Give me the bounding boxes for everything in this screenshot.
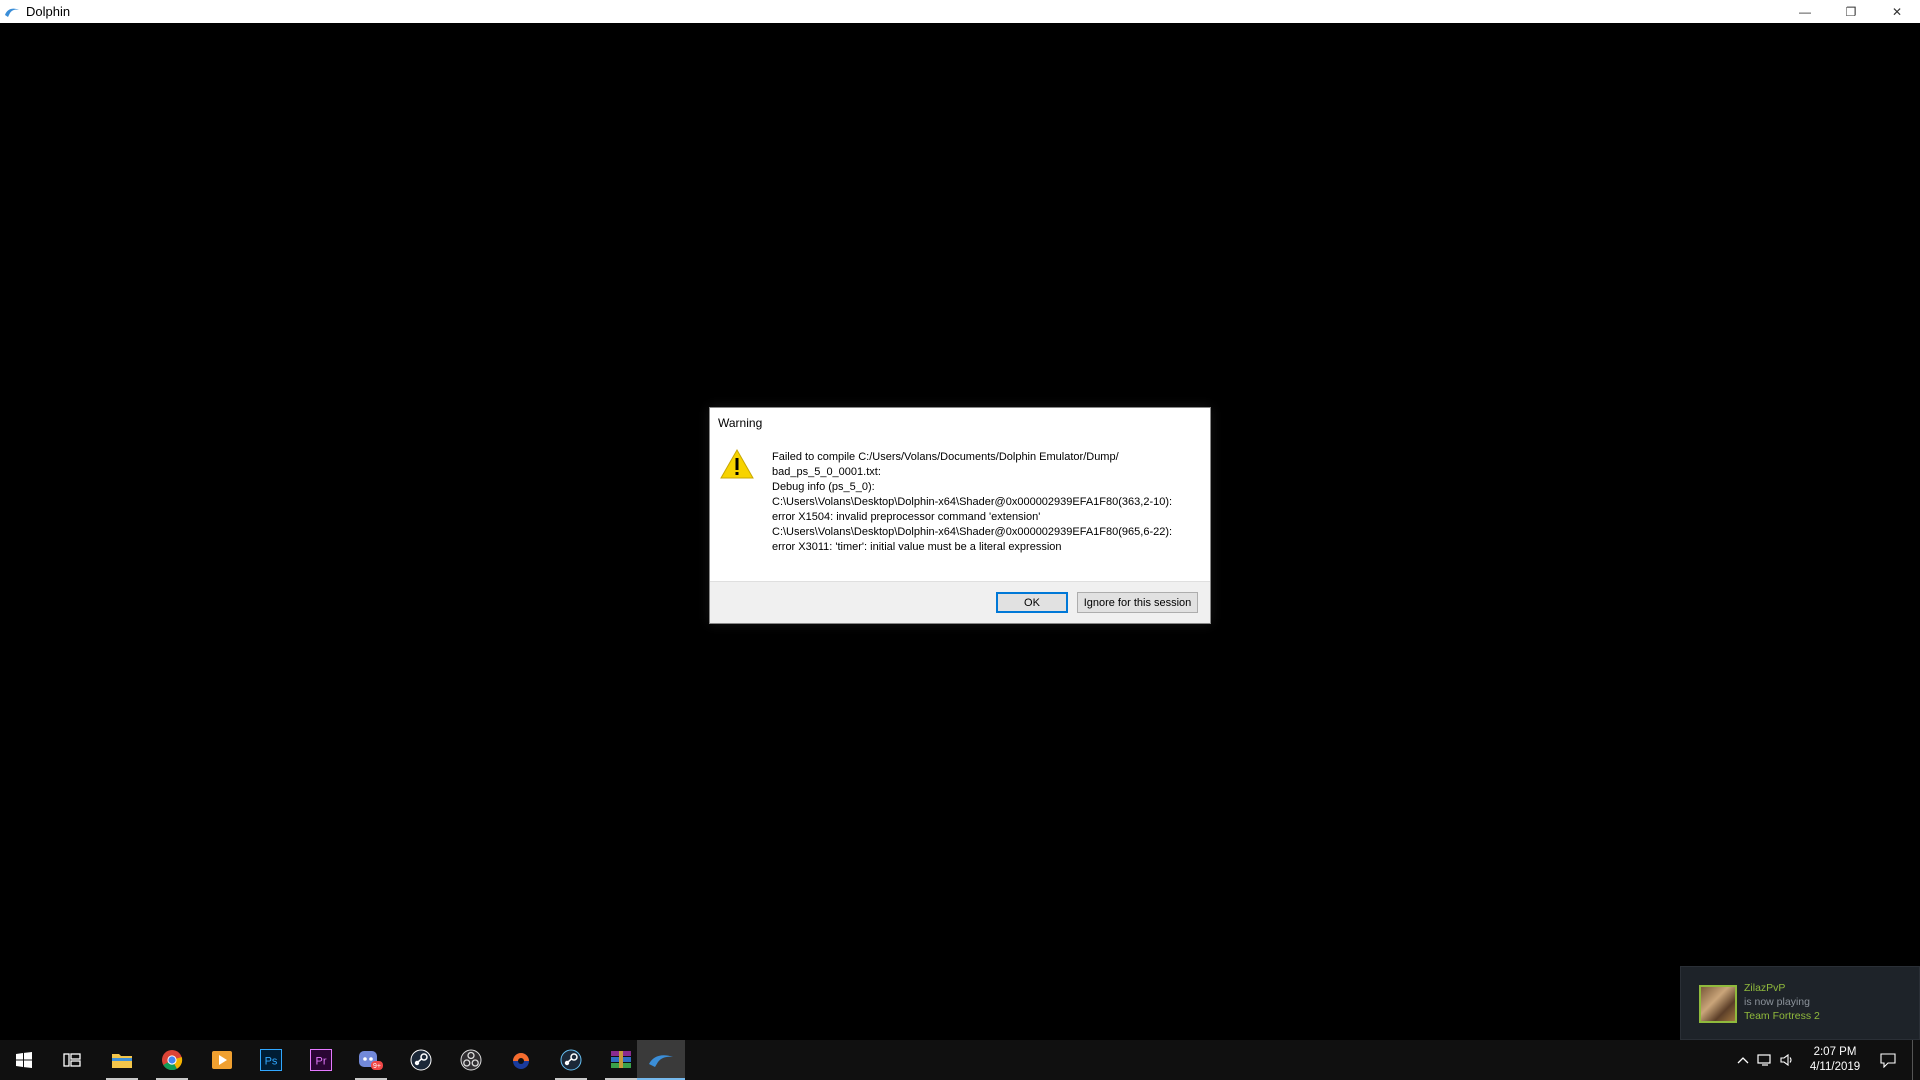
photoshop-icon[interactable]: Ps — [247, 1040, 295, 1080]
steam-icon[interactable] — [547, 1040, 595, 1080]
file-explorer-icon[interactable] — [98, 1040, 146, 1080]
task-view-icon[interactable] — [48, 1040, 96, 1080]
action-center-icon[interactable] — [1874, 1040, 1902, 1080]
photoshop-label: Ps — [265, 1056, 278, 1068]
warning-dialog: Warning Failed to compile C:/Users/Volan… — [709, 407, 1211, 624]
friend-name: ZilazPvP — [1744, 982, 1786, 994]
ignore-session-button[interactable]: Ignore for this session — [1077, 592, 1198, 613]
chrome-icon[interactable] — [148, 1040, 196, 1080]
message-line: error X3011: 'timer': initial value must… — [772, 541, 1062, 553]
ok-button[interactable]: OK — [996, 592, 1068, 613]
origin-icon[interactable] — [497, 1040, 545, 1080]
dolphin-app-icon — [4, 5, 22, 19]
windows-start-icon[interactable] — [0, 1040, 48, 1080]
premiere-label: Pr — [316, 1056, 327, 1068]
steam-notification[interactable]: ZilazPvP is now playing Team Fortress 2 — [1680, 966, 1920, 1040]
obs-icon[interactable] — [447, 1040, 495, 1080]
message-line: Failed to compile C:/Users/Volans/Docume… — [772, 451, 1119, 463]
show-desktop-button[interactable] — [1912, 1040, 1920, 1080]
dialog-message: Failed to compile C:/Users/Volans/Docume… — [772, 450, 1202, 555]
warning-icon — [720, 448, 754, 480]
media-player-icon[interactable] — [198, 1040, 246, 1080]
minimize-button[interactable]: — — [1782, 0, 1828, 23]
dialog-footer: OK Ignore for this session — [710, 581, 1210, 623]
taskbar: Ps Pr 9+ 2:07 PM 4/11/2019 — [0, 1040, 1920, 1080]
message-line: bad_ps_5_0_0001.txt: — [772, 466, 881, 478]
window-title: Dolphin — [26, 4, 71, 19]
message-line: C:\Users\Volans\Desktop\Dolphin-x64\Shad… — [772, 526, 1173, 538]
message-line: error X1504: invalid preprocessor comman… — [772, 511, 1041, 523]
message-line: Debug info (ps_5_0): — [772, 481, 875, 493]
steam-icon[interactable] — [397, 1040, 445, 1080]
close-button[interactable]: ✕ — [1874, 0, 1920, 23]
volume-icon[interactable] — [1776, 1040, 1798, 1080]
taskbar-clock[interactable]: 2:07 PM 4/11/2019 — [1796, 1045, 1874, 1075]
premiere-icon[interactable]: Pr — [297, 1040, 345, 1080]
avatar — [1699, 985, 1737, 1023]
network-icon[interactable] — [1754, 1040, 1776, 1080]
tray-overflow-chevron-icon[interactable] — [1732, 1040, 1754, 1080]
restore-button[interactable]: ❐ — [1828, 0, 1874, 23]
discord-icon[interactable]: 9+ — [347, 1040, 395, 1080]
window-titlebar: Dolphin — ❐ ✕ — [0, 0, 1920, 23]
clock-time: 2:07 PM — [1813, 1046, 1857, 1058]
clock-date: 4/11/2019 — [1809, 1061, 1861, 1073]
discord-badge: 9+ — [373, 1063, 381, 1070]
friend-status: is now playing — [1744, 996, 1810, 1008]
dialog-title: Warning — [718, 416, 763, 430]
friend-game: Team Fortress 2 — [1744, 1010, 1820, 1022]
message-line: C:\Users\Volans\Desktop\Dolphin-x64\Shad… — [772, 496, 1173, 508]
dolphin-icon[interactable] — [637, 1040, 685, 1080]
